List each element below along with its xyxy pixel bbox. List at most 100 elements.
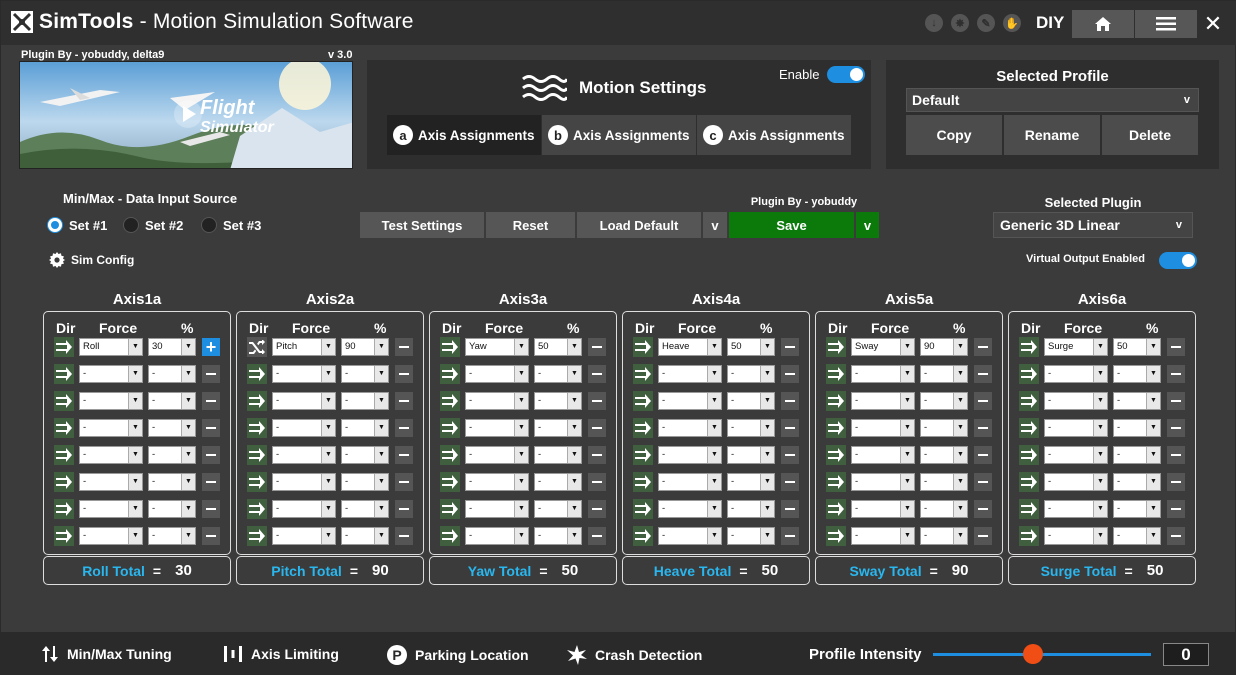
radio-set-3[interactable]: Set #3 <box>201 217 261 233</box>
remove-row-button[interactable] <box>974 392 992 410</box>
force-dropdown[interactable]: - ▼ <box>658 527 722 545</box>
remove-row-button[interactable] <box>395 446 413 464</box>
direction-arrow-icon[interactable] <box>440 526 460 546</box>
percent-dropdown[interactable]: - ▼ <box>920 446 968 464</box>
rename-button[interactable]: Rename <box>1004 115 1100 155</box>
percent-dropdown[interactable]: - ▼ <box>341 392 389 410</box>
percent-dropdown[interactable]: - ▼ <box>727 365 775 383</box>
force-dropdown[interactable]: - ▼ <box>79 446 143 464</box>
percent-dropdown[interactable]: - ▼ <box>148 392 196 410</box>
force-dropdown[interactable]: - ▼ <box>1044 473 1108 491</box>
remove-row-button[interactable] <box>1167 392 1185 410</box>
direction-arrow-icon[interactable] <box>54 337 74 357</box>
percent-dropdown[interactable]: - ▼ <box>341 446 389 464</box>
percent-dropdown[interactable]: - ▼ <box>341 419 389 437</box>
remove-row-button[interactable] <box>202 500 220 518</box>
radio-set-2[interactable]: Set #2 <box>123 217 183 233</box>
remove-row-button[interactable] <box>974 527 992 545</box>
percent-dropdown[interactable]: - ▼ <box>534 500 582 518</box>
percent-dropdown[interactable]: - ▼ <box>727 446 775 464</box>
direction-arrow-icon[interactable] <box>826 526 846 546</box>
percent-dropdown[interactable]: 50 ▼ <box>1113 338 1161 356</box>
remove-row-button[interactable] <box>974 338 992 356</box>
radio-set-1[interactable]: Set #1 <box>47 217 107 233</box>
force-dropdown[interactable]: Heave ▼ <box>658 338 722 356</box>
remove-row-button[interactable] <box>781 527 799 545</box>
force-dropdown[interactable]: - ▼ <box>851 419 915 437</box>
remove-row-button[interactable] <box>781 419 799 437</box>
direction-arrow-icon[interactable] <box>54 445 74 465</box>
test-settings-button[interactable]: Test Settings <box>360 212 484 238</box>
direction-arrow-icon[interactable] <box>826 337 846 357</box>
profile-select[interactable]: Default v <box>906 88 1199 112</box>
remove-row-button[interactable] <box>781 365 799 383</box>
burst-icon[interactable]: ✸ <box>951 14 969 32</box>
percent-dropdown[interactable]: - ▼ <box>1113 365 1161 383</box>
add-row-button[interactable]: + <box>202 338 220 356</box>
direction-arrow-icon[interactable] <box>633 391 653 411</box>
direction-arrow-icon[interactable] <box>54 418 74 438</box>
direction-arrow-icon[interactable] <box>54 499 74 519</box>
remove-row-button[interactable] <box>202 365 220 383</box>
direction-arrow-icon[interactable] <box>440 445 460 465</box>
percent-dropdown[interactable]: - ▼ <box>534 365 582 383</box>
force-dropdown[interactable]: - ▼ <box>465 365 529 383</box>
force-dropdown[interactable]: - ▼ <box>272 365 336 383</box>
force-dropdown[interactable]: - ▼ <box>658 500 722 518</box>
remove-row-button[interactable] <box>202 473 220 491</box>
direction-arrow-icon[interactable] <box>247 526 267 546</box>
direction-arrow-icon[interactable] <box>54 526 74 546</box>
direction-arrow-icon[interactable] <box>54 364 74 384</box>
percent-dropdown[interactable]: 50 ▼ <box>534 338 582 356</box>
remove-row-button[interactable] <box>202 419 220 437</box>
save-button[interactable]: Save <box>729 212 854 238</box>
plugin-select[interactable]: Generic 3D Linear v <box>993 212 1193 238</box>
remove-row-button[interactable] <box>202 392 220 410</box>
force-dropdown[interactable]: - ▼ <box>79 500 143 518</box>
force-dropdown[interactable]: Sway ▼ <box>851 338 915 356</box>
percent-dropdown[interactable]: - ▼ <box>1113 500 1161 518</box>
direction-arrow-icon[interactable] <box>1019 499 1039 519</box>
remove-row-button[interactable] <box>1167 365 1185 383</box>
axis-limiting-button[interactable]: Axis Limiting <box>223 645 339 663</box>
percent-dropdown[interactable]: - ▼ <box>534 527 582 545</box>
remove-row-button[interactable] <box>781 446 799 464</box>
direction-arrow-icon[interactable] <box>247 418 267 438</box>
force-dropdown[interactable]: Roll ▼ <box>79 338 143 356</box>
percent-dropdown[interactable]: 50 ▼ <box>727 338 775 356</box>
force-dropdown[interactable]: - ▼ <box>465 527 529 545</box>
direction-arrow-icon[interactable] <box>1019 526 1039 546</box>
percent-dropdown[interactable]: - ▼ <box>1113 527 1161 545</box>
remove-row-button[interactable] <box>588 527 606 545</box>
force-dropdown[interactable]: - ▼ <box>1044 419 1108 437</box>
direction-arrow-icon[interactable] <box>633 364 653 384</box>
direction-arrow-icon[interactable] <box>247 391 267 411</box>
percent-dropdown[interactable]: - ▼ <box>341 473 389 491</box>
direction-arrow-icon[interactable] <box>440 418 460 438</box>
direction-arrow-icon[interactable] <box>54 472 74 492</box>
percent-dropdown[interactable]: - ▼ <box>920 527 968 545</box>
remove-row-button[interactable] <box>588 392 606 410</box>
direction-arrow-icon[interactable] <box>247 472 267 492</box>
remove-row-button[interactable] <box>202 527 220 545</box>
direction-arrow-icon[interactable] <box>1019 391 1039 411</box>
direction-arrow-icon[interactable] <box>826 418 846 438</box>
remove-row-button[interactable] <box>395 419 413 437</box>
percent-dropdown[interactable]: - ▼ <box>341 365 389 383</box>
percent-dropdown[interactable]: - ▼ <box>727 419 775 437</box>
direction-arrow-icon[interactable] <box>633 418 653 438</box>
force-dropdown[interactable]: - ▼ <box>272 527 336 545</box>
remove-row-button[interactable] <box>588 446 606 464</box>
remove-row-button[interactable] <box>588 338 606 356</box>
load-default-button[interactable]: Load Default <box>577 212 701 238</box>
remove-row-button[interactable] <box>1167 446 1185 464</box>
direction-arrow-icon[interactable] <box>247 445 267 465</box>
direction-arrow-icon[interactable] <box>1019 364 1039 384</box>
remove-row-button[interactable] <box>1167 527 1185 545</box>
direction-arrow-icon[interactable] <box>826 499 846 519</box>
force-dropdown[interactable]: - ▼ <box>465 392 529 410</box>
force-dropdown[interactable]: - ▼ <box>272 392 336 410</box>
direction-shuffle-icon[interactable] <box>247 337 267 357</box>
reset-button[interactable]: Reset <box>486 212 575 238</box>
direction-arrow-icon[interactable] <box>826 445 846 465</box>
